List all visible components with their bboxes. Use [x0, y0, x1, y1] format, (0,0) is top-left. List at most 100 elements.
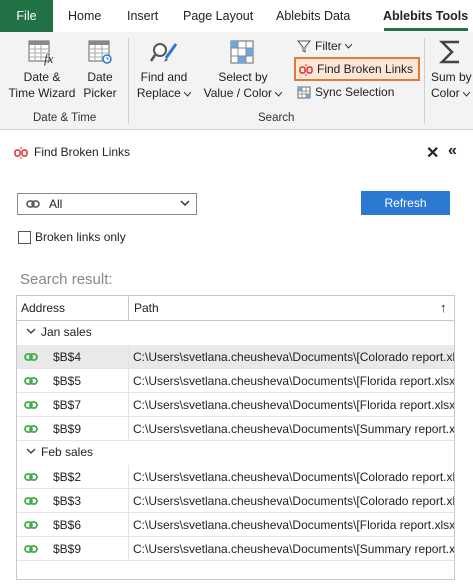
calendar-icon: [88, 40, 112, 64]
date-time-wizard-label-2: Time Wizard: [8, 86, 76, 100]
scope-dropdown-value: All: [49, 197, 63, 211]
find-replace-button[interactable]: Find and Replace: [134, 38, 194, 101]
cell-divider: [128, 369, 129, 393]
chevron-down-icon[interactable]: [26, 326, 36, 336]
collapse-pane-icon[interactable]: «: [448, 142, 457, 160]
chain-link-icon: [24, 497, 38, 505]
ribbon-separator: [424, 38, 425, 124]
date-picker-button[interactable]: Date Picker: [80, 38, 120, 101]
find-replace-label-1: Find and: [140, 70, 188, 84]
funnel-icon: [296, 40, 312, 54]
select-by-value-label-1: Select by: [218, 70, 268, 84]
cell-divider: [128, 417, 129, 441]
chevron-down-icon: [462, 91, 471, 97]
chevron-down-icon: [180, 200, 190, 207]
filter-button[interactable]: Filter: [296, 36, 356, 56]
cell-address: $B$9: [53, 422, 82, 436]
ribbon-separator: [128, 38, 129, 124]
chain-link-icon: [26, 200, 40, 208]
broken-link-icon: [299, 63, 313, 76]
broken-link-icon: [14, 146, 28, 159]
cell-address: $B$9: [53, 542, 82, 556]
cell-divider: [128, 513, 129, 537]
column-header-address[interactable]: Address: [21, 301, 65, 315]
search-result-label: Search result:: [20, 271, 113, 288]
cell-divider: [128, 345, 129, 369]
broken-links-only-label[interactable]: Broken links only: [35, 230, 126, 244]
close-icon[interactable]: ✕: [426, 143, 439, 163]
refresh-button[interactable]: Refresh: [361, 191, 450, 215]
cell-path: C:\Users\svetlana.cheusheva\Documents\[F…: [133, 374, 455, 388]
chevron-down-icon[interactable]: [26, 446, 36, 456]
cell-address: $B$7: [53, 398, 82, 412]
pane-title: Find Broken Links: [14, 145, 130, 159]
select-by-value-label-2: Value / Color: [203, 86, 273, 100]
cell-address: $B$5: [53, 374, 82, 388]
date-picker-label-1: Date: [87, 70, 113, 84]
table-row[interactable]: $B$2 C:\Users\svetlana.cheusheva\Documen…: [17, 465, 455, 489]
date-time-wizard-button[interactable]: fx Date & Time Wizard: [6, 38, 78, 101]
sync-selection-label: Sync Selection: [315, 85, 395, 99]
find-broken-links-button[interactable]: Find Broken Links: [294, 57, 421, 81]
table-row[interactable]: $B$9 C:\Users\svetlana.cheusheva\Documen…: [17, 537, 455, 561]
column-header-path[interactable]: Path: [134, 301, 159, 315]
sync-selection-button[interactable]: Sync Selection: [297, 82, 394, 102]
group-label-search: Search: [258, 112, 295, 124]
broken-links-only-checkbox[interactable]: [18, 231, 31, 244]
cell-path: C:\Users\svetlana.cheusheva\Documents\[F…: [133, 518, 455, 532]
grid-select-icon: [230, 40, 254, 64]
cell-path: C:\Users\svetlana.cheusheva\Documents\[S…: [133, 422, 455, 436]
cell-divider: [128, 465, 129, 489]
cell-path: C:\Users\svetlana.cheusheva\Documents\[C…: [133, 470, 455, 484]
group-label-date-time: Date & Time: [33, 112, 97, 124]
active-tab-indicator: [384, 28, 468, 31]
chain-link-icon: [24, 353, 38, 361]
cell-divider: [128, 489, 129, 513]
tab-file[interactable]: File: [0, 0, 53, 32]
select-by-value-button[interactable]: Select by Value / Color: [200, 38, 286, 101]
cell-path: C:\Users\svetlana.cheusheva\Documents\[C…: [133, 494, 455, 508]
sigma-icon: [438, 40, 459, 64]
scope-dropdown[interactable]: All: [17, 193, 197, 215]
table-row[interactable]: $B$9 C:\Users\svetlana.cheusheva\Documen…: [17, 417, 455, 441]
find-replace-label-2: Replace: [136, 86, 181, 100]
chain-link-icon: [24, 521, 38, 529]
tab-page-layout[interactable]: Page Layout: [183, 0, 253, 32]
chevron-down-icon: [344, 43, 353, 50]
sort-arrow-icon[interactable]: ↑: [440, 300, 447, 315]
sum-by-color-button[interactable]: Sum by Color: [431, 38, 473, 101]
cell-address: $B$2: [53, 470, 82, 484]
ribbon-tab-bar: File Home Insert Page Layout Ablebits Da…: [0, 0, 473, 32]
chain-link-icon: [24, 473, 38, 481]
group-name: Feb sales: [41, 445, 94, 459]
column-divider[interactable]: [128, 296, 129, 321]
table-row[interactable]: $B$3 C:\Users\svetlana.cheusheva\Documen…: [17, 489, 455, 513]
calendar-fx-icon: fx: [28, 40, 54, 66]
tab-home[interactable]: Home: [68, 0, 101, 32]
svg-text:fx: fx: [44, 51, 54, 66]
magnifier-pencil-icon: [149, 43, 178, 62]
sum-by-color-label-1: Sum by: [431, 70, 472, 84]
chevron-down-icon: [275, 91, 283, 97]
cell-path: C:\Users\svetlana.cheusheva\Documents\[C…: [133, 350, 455, 364]
tab-ablebits-data[interactable]: Ablebits Data: [276, 0, 350, 32]
date-picker-label-2: Picker: [83, 86, 117, 100]
tab-insert[interactable]: Insert: [127, 0, 158, 32]
cell-divider: [128, 393, 129, 417]
cell-path: C:\Users\svetlana.cheusheva\Documents\[S…: [133, 542, 455, 556]
chain-link-icon: [24, 401, 38, 409]
group-row-feb-sales[interactable]: Feb sales: [17, 441, 454, 465]
sync-grid-icon: [297, 86, 311, 99]
find-broken-links-label: Find Broken Links: [317, 62, 414, 76]
table-row[interactable]: $B$7 C:\Users\svetlana.cheusheva\Documen…: [17, 393, 455, 417]
cell-address: $B$6: [53, 518, 82, 532]
table-row[interactable]: $B$4 C:\Users\svetlana.cheusheva\Documen…: [17, 345, 455, 369]
ribbon: fx Date & Time Wizard Date Picker Date &…: [0, 32, 473, 130]
group-row-jan-sales[interactable]: Jan sales: [17, 321, 454, 345]
table-row[interactable]: $B$5 C:\Users\svetlana.cheusheva\Documen…: [17, 369, 455, 393]
cell-path: C:\Users\svetlana.cheusheva\Documents\[F…: [133, 398, 455, 412]
table-row[interactable]: $B$6 C:\Users\svetlana.cheusheva\Documen…: [17, 513, 455, 537]
results-grid: Address Path ↑ Jan sales $B$4 C:\Users\s…: [16, 295, 455, 580]
chevron-down-icon: [183, 91, 192, 97]
sum-by-color-label-2: Color: [431, 86, 460, 100]
